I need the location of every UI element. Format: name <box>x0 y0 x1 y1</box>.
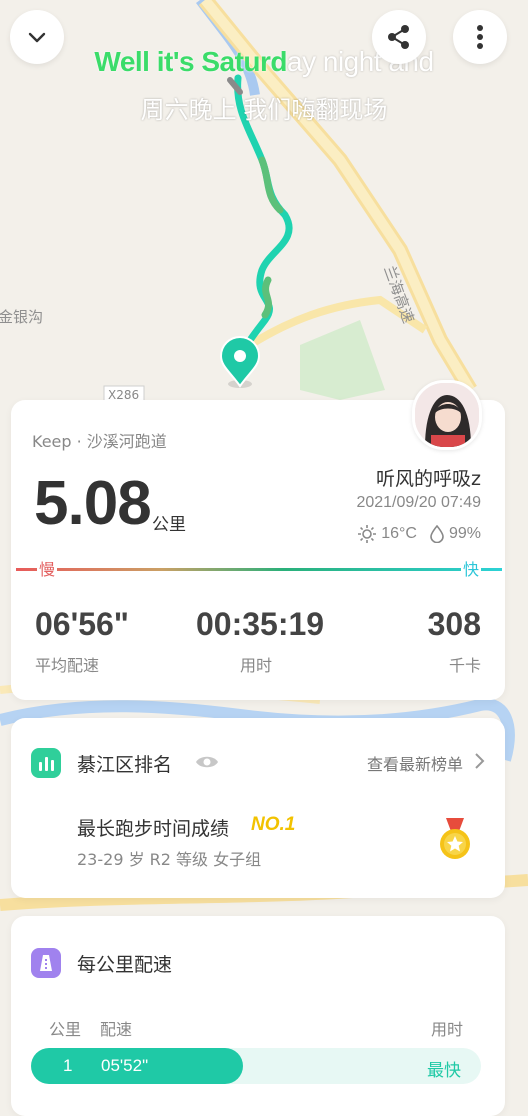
avg-pace-label: 平均配速 <box>35 656 100 675</box>
avg-pace-value: 06'56" <box>35 606 129 642</box>
run-datetime: 2021/09/20 07:49 <box>356 494 481 511</box>
more-button[interactable] <box>453 10 507 64</box>
achievement-rank: NO.1 <box>251 814 296 835</box>
humidity: 99% <box>448 525 481 542</box>
pace-fast-label: 快 <box>461 556 482 580</box>
collapse-button[interactable] <box>10 10 64 64</box>
splits-header-pace: 配速 <box>100 1020 133 1039</box>
weather: 16°C 99% <box>357 524 481 544</box>
splits-header-time: 用时 <box>430 1020 463 1039</box>
lyric-line-1: Well it's Saturday night and <box>0 46 528 78</box>
avatar[interactable] <box>412 380 482 450</box>
ranking-card: 綦江区排名 查看最新榜单 最长跑步时间成绩 NO.1 23-29 岁 R2 等级… <box>11 718 505 898</box>
medal-icon <box>440 818 470 859</box>
bar-chart-icon <box>31 748 61 778</box>
achievement-label: 最长跑步时间成绩 <box>77 818 230 840</box>
view-leaderboard-link[interactable]: 查看最新榜单 <box>367 751 463 775</box>
split-row[interactable]: 1 05'52" 最快 <box>31 1048 481 1084</box>
pace-list-icon <box>31 948 61 978</box>
pace-slow-label: 慢 <box>37 556 58 580</box>
pace-gradient-bar <box>16 568 502 571</box>
split-km: 1 <box>63 1056 73 1075</box>
duration-label: 用时 <box>240 656 273 675</box>
humidity-drop-icon <box>430 525 444 543</box>
splits-card: 每公里配速 公里 配速 用时 1 05'52" 最快 <box>11 916 505 1116</box>
calories-label: 千卡 <box>448 656 481 675</box>
calories-value: 308 <box>427 606 481 642</box>
splits-header-km: 公里 <box>49 1020 82 1039</box>
fastest-badge: 最快 <box>427 1061 461 1081</box>
splits-title: 每公里配速 <box>77 954 173 976</box>
run-source: Keep · 沙溪河跑道 <box>32 432 167 451</box>
username[interactable]: 听风的呼吸z <box>376 464 481 491</box>
split-pace: 05'52" <box>101 1056 149 1075</box>
lyric-line-2: 周六晚上 我们嗨翻现场 <box>140 97 388 124</box>
distance-value: 5.08 <box>34 469 152 538</box>
eye-icon[interactable] <box>195 754 219 770</box>
chevron-right-icon[interactable] <box>473 752 485 770</box>
sun-icon <box>358 525 377 543</box>
share-icon <box>388 25 409 49</box>
ranking-title: 綦江区排名 <box>77 754 173 776</box>
more-vertical-icon <box>477 25 483 49</box>
duration-value: 00:35:19 <box>196 606 325 642</box>
map-place-label: 金银沟 <box>0 308 43 326</box>
distance-unit: 公里 <box>152 515 186 535</box>
share-button[interactable] <box>372 10 426 64</box>
chevron-down-icon <box>28 32 46 43</box>
lyric-highlight: Well it's Saturd <box>94 46 288 77</box>
achievement-group: 23-29 岁 R2 等级 女子组 <box>77 850 262 869</box>
run-summary-card: Keep · 沙溪河跑道 5.08 公里 听风的呼吸z 2021/09/20 0… <box>11 380 505 700</box>
temperature: 16°C <box>381 525 417 542</box>
